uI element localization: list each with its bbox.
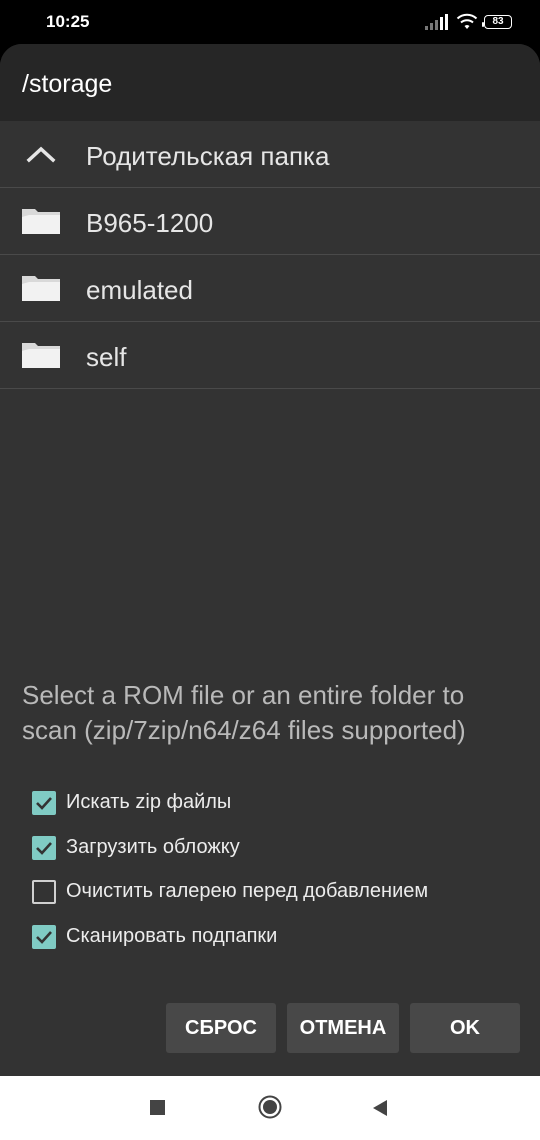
checkbox-checked[interactable]	[32, 791, 56, 815]
list-item-folder[interactable]: self	[0, 322, 540, 389]
scan-description: Select a ROM file or an entire folder to…	[22, 680, 466, 745]
home-icon[interactable]	[258, 1095, 282, 1119]
cancel-button[interactable]: ОТМЕНА	[287, 1003, 399, 1053]
folder-picker-dialog: /storage Родительская папка B965-1200 em…	[0, 44, 540, 1076]
folder-icon	[22, 276, 60, 301]
status-bar: 10:25 83	[0, 0, 540, 44]
list-item-label: emulated	[86, 275, 193, 305]
option-label: Искать zip файлы	[66, 791, 232, 813]
navigation-bar	[0, 1076, 540, 1140]
option-scan-subfolders[interactable]: Сканировать подпапки	[32, 923, 522, 953]
list-item-label: self	[86, 342, 127, 372]
option-download-cover[interactable]: Загрузить обложку	[32, 834, 522, 864]
checkmark-icon	[36, 842, 52, 855]
checkbox-checked[interactable]	[32, 836, 56, 860]
list-item-parent-folder[interactable]: Родительская папка	[0, 121, 540, 188]
checkmark-icon	[36, 931, 52, 944]
list-item-label: Родительская папка	[86, 141, 330, 171]
folder-icon	[22, 209, 60, 234]
chevron-up-icon	[26, 146, 56, 163]
file-list: Родительская папка B965-1200 emulated se…	[0, 121, 540, 389]
wifi-icon	[456, 13, 478, 29]
option-label: Очистить галерею перед добавлением	[66, 880, 429, 902]
checkbox-checked[interactable]	[32, 925, 56, 949]
recents-icon[interactable]	[150, 1100, 165, 1115]
status-time: 10:25	[46, 12, 90, 31]
list-item-folder[interactable]: emulated	[0, 255, 540, 322]
battery-icon: 83	[482, 15, 512, 29]
list-item-folder[interactable]: B965-1200	[0, 188, 540, 255]
battery-tip	[482, 22, 484, 27]
option-label: Сканировать подпапки	[66, 925, 278, 947]
ok-button[interactable]: OK	[410, 1003, 520, 1053]
option-search-zip[interactable]: Искать zip файлы	[32, 789, 522, 819]
folder-icon	[22, 343, 60, 368]
list-item-label: B965-1200	[86, 208, 214, 238]
option-label: Загрузить обложку	[66, 836, 240, 858]
signal-icon	[425, 14, 448, 30]
reset-button[interactable]: СБРОС	[166, 1003, 276, 1053]
back-icon[interactable]	[371, 1098, 389, 1118]
checkbox-unchecked[interactable]	[32, 880, 56, 904]
battery-level: 83	[492, 16, 504, 27]
checkmark-icon	[36, 797, 52, 810]
dialog-header: /storage	[0, 44, 540, 121]
option-clear-gallery[interactable]: Очистить галерею перед добавлением	[32, 878, 522, 908]
dialog-title: /storage	[22, 70, 113, 98]
